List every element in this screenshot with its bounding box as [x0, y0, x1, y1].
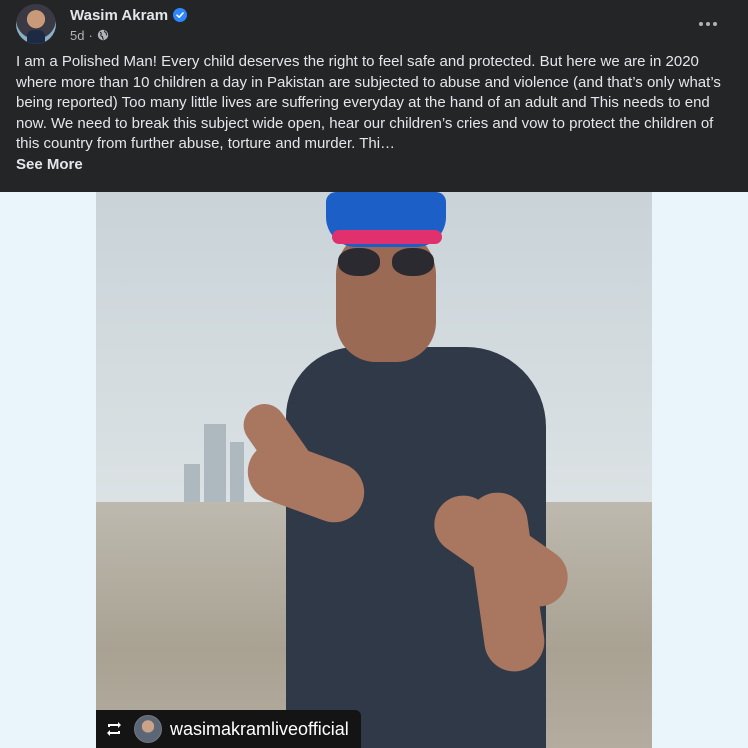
photo-person-cap-brim	[332, 230, 442, 244]
post-text-block: I am a Polished Man! Every child deserve…	[16, 52, 732, 175]
see-more-link[interactable]: See More	[16, 155, 732, 176]
meta-separator: ·	[88, 27, 93, 43]
verified-badge-icon	[173, 8, 188, 22]
facebook-post: Wasim Akram 5d · I am a Polished Man! Ev…	[0, 0, 748, 748]
author-name[interactable]: Wasim Akram	[70, 7, 168, 24]
repost-icon	[107, 722, 121, 736]
photo-person-sunglasses	[338, 248, 434, 278]
post-photo-area: wasimakramliveofficial	[0, 192, 748, 748]
more-options-button[interactable]	[692, 8, 724, 40]
repost-handle: wasimakramliveofficial	[170, 718, 349, 739]
repost-avatar	[134, 715, 162, 743]
globe-icon[interactable]	[97, 29, 109, 41]
author-name-row: Wasim Akram	[70, 5, 188, 25]
post-text: I am a Polished Man! Every child deserve…	[16, 53, 721, 152]
post-header: Wasim Akram 5d ·	[16, 4, 732, 48]
post-meta: 5d ·	[70, 26, 109, 44]
more-options-icon	[699, 22, 703, 26]
post-photo[interactable]	[96, 192, 652, 748]
photo-tower	[204, 424, 226, 514]
post-timestamp[interactable]: 5d	[70, 28, 84, 43]
repost-tag[interactable]: wasimakramliveofficial	[96, 710, 361, 748]
author-avatar[interactable]	[16, 4, 56, 44]
